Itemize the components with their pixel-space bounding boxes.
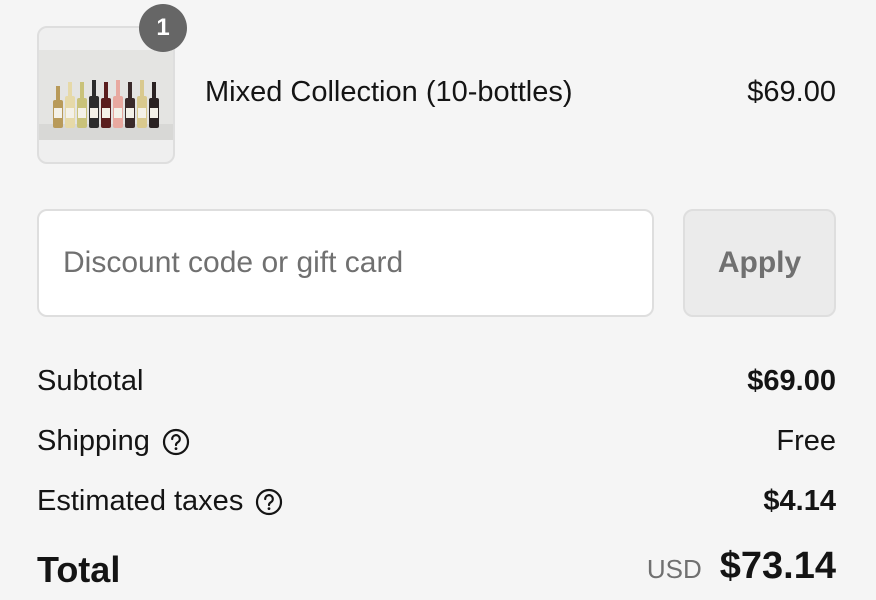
currency-code: USD [646, 554, 702, 584]
subtotal-row: Subtotal $69.00 [37, 365, 836, 409]
subtotal-label: Subtotal [37, 365, 144, 397]
discount-code-input[interactable] [37, 209, 654, 317]
line-item: 1 Mixed Collection (10-bottles) $69.00 [37, 4, 836, 164]
question-circle-icon[interactable] [162, 428, 190, 456]
total-value: $73.14 [719, 545, 836, 587]
subtotal-value: $69.00 [747, 365, 836, 397]
shipping-row: Shipping Free [37, 425, 836, 469]
total-label: Total [37, 549, 121, 590]
question-circle-icon[interactable] [255, 488, 283, 516]
total-row: Total USD $73.14 [37, 545, 836, 595]
shipping-value: Free [776, 425, 836, 457]
shipping-label: Shipping [37, 425, 150, 457]
quantity-badge: 1 [139, 4, 187, 52]
taxes-label: Estimated taxes [37, 485, 244, 517]
product-name: Mixed Collection (10-bottles) [205, 76, 573, 108]
taxes-row: Estimated taxes $4.14 [37, 485, 836, 529]
apply-button[interactable]: Apply [683, 209, 836, 317]
taxes-value: $4.14 [763, 485, 836, 517]
product-price: $69.00 [747, 76, 836, 108]
